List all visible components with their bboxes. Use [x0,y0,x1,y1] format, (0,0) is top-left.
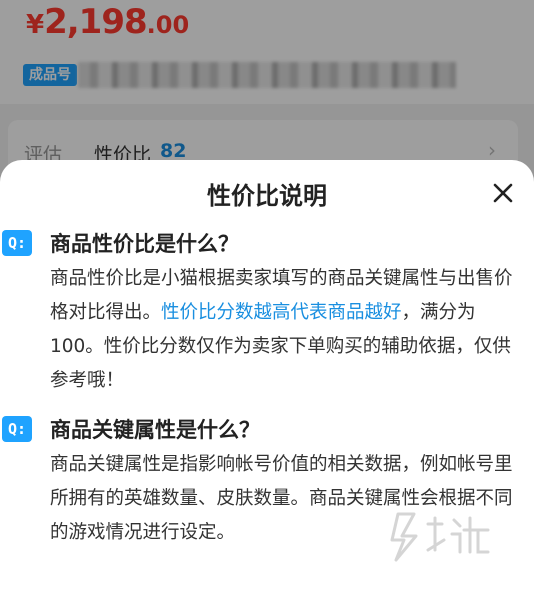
question-1-title: 商品性价比是什么？ [50,232,239,256]
watermark-logo [384,506,504,566]
question-badge-icon: Q: [2,416,32,442]
value-score-sheet: 性价比说明 Q: 商品性价比是什么？ 商品性价比是小猫根据卖家填写的商品关键属性… [0,160,534,594]
sheet-title: 性价比说明 [207,182,327,210]
close-icon [493,183,513,203]
close-button[interactable] [488,178,518,208]
question-1-answer: 商品性价比是小猫根据卖家填写的商品关键属性与出售价格对比得出。性价比分数越高代表… [50,262,524,398]
question-2-title: 商品关键属性是什么？ [50,418,260,442]
answer-1-highlight: 性价比分数越高代表商品越好 [161,302,402,323]
question-badge-icon: Q: [2,230,32,256]
